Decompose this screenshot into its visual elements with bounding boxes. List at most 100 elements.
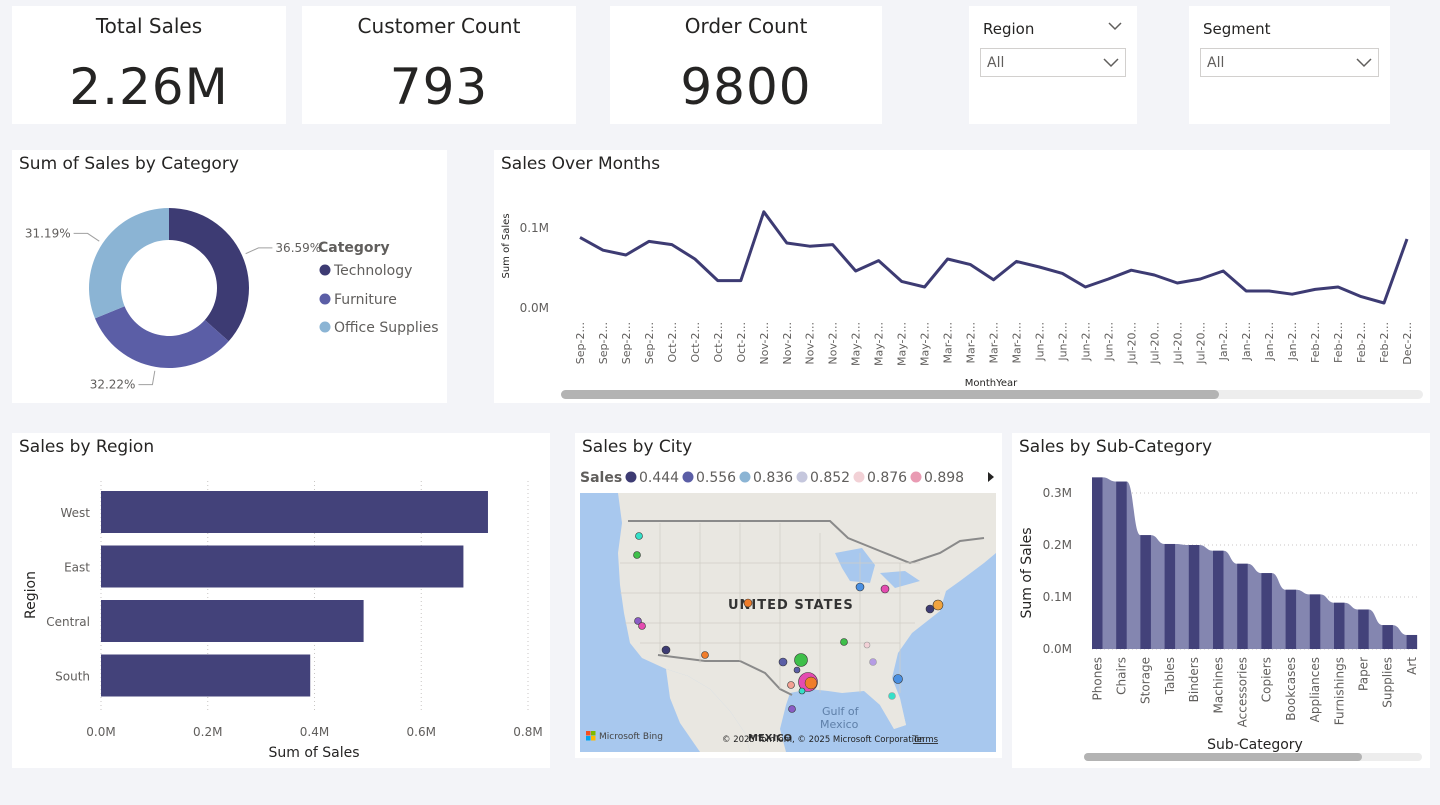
legend-item-technology[interactable]: Technology: [319, 263, 413, 279]
legend-label: Furniture: [334, 292, 397, 308]
city-marker[interactable]: [932, 599, 944, 611]
subcategory-bar[interactable]: [1213, 550, 1224, 649]
legend-item-furniture[interactable]: Furniture: [319, 292, 397, 308]
region-dropdown[interactable]: All: [980, 48, 1126, 77]
city-marker[interactable]: [701, 651, 709, 659]
subcategory-bar[interactable]: [1164, 543, 1176, 649]
y-axis-title: Sum of Sales: [1019, 527, 1035, 618]
city-marker[interactable]: [855, 582, 865, 592]
city-marker[interactable]: [893, 674, 903, 684]
region-bar[interactable]: [101, 545, 464, 588]
region-bar[interactable]: [101, 491, 488, 533]
region-bar[interactable]: [101, 600, 364, 642]
x-tick-label: Feb-2...: [1378, 322, 1391, 363]
scrollbar-thumb[interactable]: [1084, 753, 1362, 761]
slicer-title: Region: [983, 20, 1035, 38]
y-tick-label: 0.0M: [1043, 642, 1072, 656]
x-axis-title: Sum of Sales: [268, 745, 359, 761]
legend-marker: [910, 471, 922, 483]
gulf-label: Gulf of: [822, 705, 860, 718]
legend-label: 0.876: [867, 470, 907, 486]
subcategory-bar[interactable]: [1309, 594, 1321, 649]
subcategory-bar[interactable]: [1406, 634, 1418, 649]
city-marker[interactable]: [793, 666, 801, 674]
x-tick-label: May-2...: [850, 322, 863, 366]
region-bar[interactable]: [101, 654, 311, 697]
segment-slicer: Segment All: [1189, 6, 1390, 124]
legend-marker: [319, 293, 331, 305]
city-marker[interactable]: [794, 653, 808, 667]
x-tick-label: Bookcases: [1284, 657, 1298, 721]
legend-next-icon[interactable]: [988, 472, 994, 482]
x-tick-label: Oct-2...: [735, 322, 748, 362]
x-tick-label: Sep-2...: [643, 322, 656, 364]
x-tick-label: Jan-2...: [1240, 322, 1253, 361]
city-marker[interactable]: [743, 598, 753, 608]
label-leader-line: [73, 232, 100, 242]
legend-marker: [853, 471, 865, 483]
city-marker[interactable]: [788, 705, 796, 713]
months-line-visual: Sales Over Months Sum of Sales MonthYear…: [494, 150, 1430, 403]
slicer-title: Segment: [1203, 20, 1271, 38]
x-tick-label: Feb-2...: [1309, 322, 1322, 363]
x-tick-label: Oct-2...: [666, 322, 679, 362]
x-tick-label: May-2...: [919, 322, 932, 366]
subcategory-bar-chart: Phones Chairs Storage Tables Binders Machines…: [1019, 477, 1420, 753]
kpi-card-customer-count: Customer Count 793: [302, 6, 576, 124]
map-copyright: © 2025 TomTom, © 2025 Microsoft Corporat…: [722, 735, 925, 745]
chevron-down-icon[interactable]: [1107, 20, 1123, 32]
x-tick-label: 0.2M: [193, 725, 222, 739]
city-marker[interactable]: [840, 638, 848, 646]
region-bar-chart: West East Central South 0.0M 0.2M 0.4M 0.6M 0.8…: [23, 481, 543, 761]
city-marker[interactable]: [661, 645, 671, 655]
city-marker[interactable]: [888, 692, 896, 700]
city-marker[interactable]: [778, 657, 788, 667]
city-marker[interactable]: [880, 584, 890, 594]
city-marker[interactable]: [804, 676, 818, 690]
line-chart: Sum of Sales MonthYear 0.1M 0.0M Sep-2..…: [501, 210, 1414, 389]
slice-data-label: 36.59%: [275, 241, 321, 255]
subcategory-bar[interactable]: [1116, 481, 1127, 649]
terms-link[interactable]: Terms: [912, 735, 939, 745]
x-tick-label: Jul-20...: [1194, 322, 1207, 365]
x-tick-label: 0.0M: [86, 725, 115, 739]
x-axis-title: Sub-Category: [1207, 737, 1303, 753]
city-marker[interactable]: [787, 681, 795, 689]
city-marker[interactable]: [635, 532, 643, 540]
legend-label: 0.556: [696, 470, 736, 486]
y-tick-label: 0.1M: [520, 221, 549, 235]
subcategory-bar[interactable]: [1188, 545, 1200, 649]
x-tick-label: May-2...: [873, 322, 886, 366]
subcategory-bar[interactable]: [1382, 625, 1393, 649]
city-marker[interactable]: [869, 658, 877, 666]
donut-slice[interactable]: [169, 208, 249, 342]
x-tick-label: Binders: [1187, 657, 1201, 702]
y-tick-label: 0.3M: [1043, 486, 1072, 500]
subcategory-bar[interactable]: [1092, 477, 1103, 649]
city-marker[interactable]: [863, 641, 871, 649]
x-tick-label: Dec-2...: [1401, 322, 1414, 365]
subcategory-bar[interactable]: [1261, 573, 1272, 649]
label-leader-line: [138, 370, 156, 386]
legend-marker: [319, 264, 331, 276]
city-marker[interactable]: [925, 604, 935, 614]
scrollbar-thumb[interactable]: [561, 390, 1219, 399]
city-marker[interactable]: [638, 622, 646, 630]
segment-dropdown[interactable]: All: [1200, 48, 1379, 77]
legend-item-office-supplies[interactable]: Office Supplies: [319, 320, 439, 336]
city-marker[interactable]: [798, 687, 806, 695]
map[interactable]: UNITED STATES Gulf of Mexico MEXICO Micr…: [580, 493, 996, 752]
donut-slice[interactable]: [89, 208, 169, 319]
label-leader-line: [245, 247, 273, 255]
subcategory-bar[interactable]: [1237, 563, 1248, 649]
subcategory-bar[interactable]: [1285, 589, 1297, 649]
subcategory-bar[interactable]: [1334, 602, 1345, 649]
x-tick-label: 0.8M: [513, 725, 542, 739]
legend-label: 0.836: [753, 470, 793, 486]
subcategory-bar[interactable]: [1140, 535, 1151, 649]
city-marker[interactable]: [633, 551, 641, 559]
kpi-card-order-count: Order Count 9800: [610, 6, 882, 124]
y-tick-label: 0.1M: [1043, 590, 1072, 604]
subcategory-bar[interactable]: [1358, 609, 1369, 649]
legend-marker: [682, 471, 694, 483]
